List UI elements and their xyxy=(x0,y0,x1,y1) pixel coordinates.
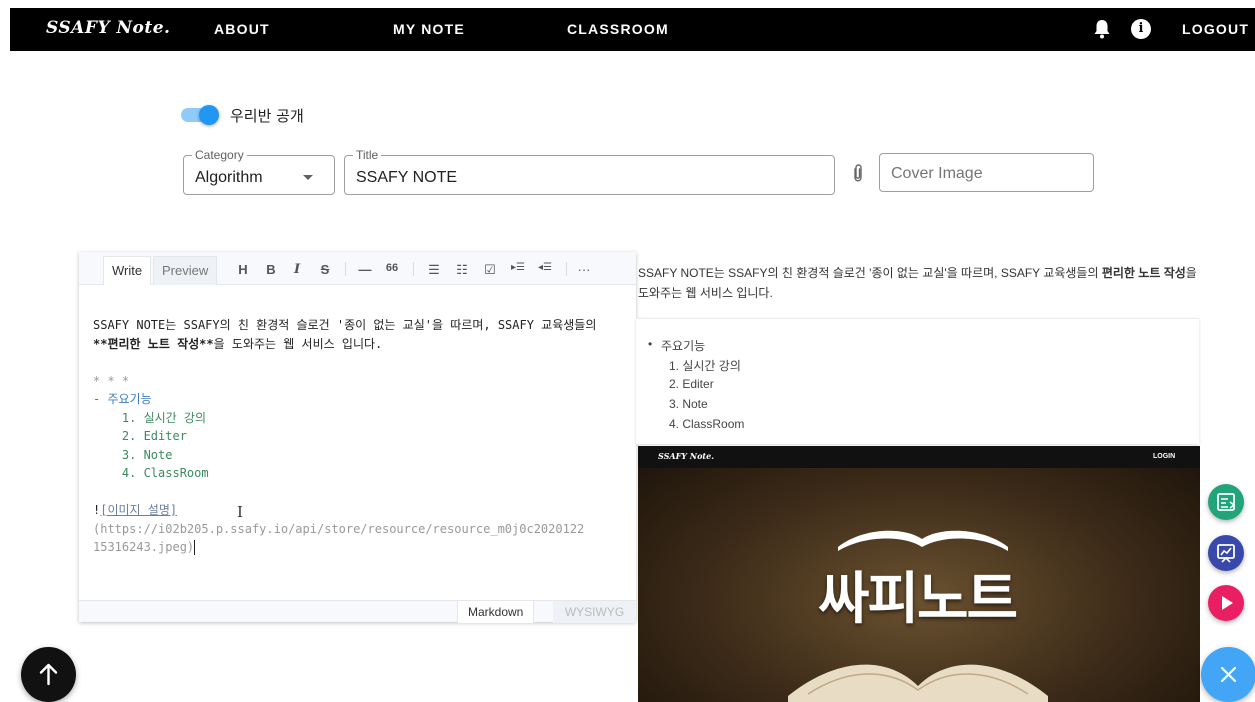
toolbar-divider xyxy=(566,262,567,276)
book-pages-icon xyxy=(788,664,1048,702)
title-legend: Title xyxy=(353,148,382,162)
play-button[interactable] xyxy=(1208,585,1244,621)
md-list-item: 2. Editer xyxy=(93,429,187,443)
scroll-top-button[interactable] xyxy=(21,647,76,702)
close-icon xyxy=(1220,666,1237,683)
wysiwyg-mode-button[interactable]: WYSIWYG xyxy=(553,601,636,623)
app-bar: SSAFY Note. ABOUT MY NOTE CLASSROOM i LO… xyxy=(10,8,1255,51)
preview-bold: 편리한 노트 작성 xyxy=(1101,266,1186,280)
category-value: Algorithm xyxy=(195,169,263,186)
preview-feature-list: • 주요기능 1. 실시간 강의 2. Editer 3. Note 4. Cl… xyxy=(636,318,1199,444)
title-value: SSAFY NOTE xyxy=(356,169,458,186)
toolbar-divider xyxy=(345,262,346,276)
md-bold: **편리한 노트 작성** xyxy=(93,336,214,351)
cover-title: 싸피노트 xyxy=(818,567,1018,632)
bell-icon[interactable] xyxy=(1093,19,1111,39)
indent-button[interactable]: ▸☰ xyxy=(508,262,528,273)
bullet-icon: • xyxy=(648,337,653,351)
presentation-icon xyxy=(1217,544,1235,563)
cover-login: LOGIN xyxy=(1153,453,1176,460)
md-hr: * * * xyxy=(93,373,130,388)
more-button[interactable]: ··· xyxy=(576,262,592,277)
nav-classroom[interactable]: CLASSROOM xyxy=(567,21,669,37)
md-line: 을 도와주는 웹 서비스 입니다. xyxy=(213,336,383,351)
info-icon[interactable]: i xyxy=(1131,19,1151,39)
arrow-up-icon xyxy=(39,663,58,686)
text-cursor xyxy=(194,540,196,555)
italic-button[interactable]: I xyxy=(289,262,305,277)
markdown-mode-button[interactable]: Markdown xyxy=(457,601,535,623)
cover-image-preview: SSAFY Note. LOGIN 싸피노트 xyxy=(638,446,1200,702)
toolbar-divider xyxy=(413,262,414,276)
cover-image-input[interactable]: Cover Image xyxy=(879,153,1094,192)
ibeam-cursor-icon: I xyxy=(237,503,243,521)
cover-header: SSAFY Note. LOGIN xyxy=(638,446,1200,468)
md-list-item: 1. 실시간 강의 xyxy=(93,410,206,425)
open-book-icon xyxy=(838,530,1008,551)
paperclip-icon[interactable] xyxy=(851,163,865,183)
editor-toolbar: Write Preview H B I S — 66 ☰ ☷ ☑ ▸☰ ◂☰ ·… xyxy=(79,252,636,285)
category-select[interactable]: Category Algorithm xyxy=(183,148,335,195)
preview-list-item: 1. 실시간 강의 xyxy=(669,359,741,373)
note-list-button[interactable] xyxy=(1208,484,1244,520)
md-list-item: 4. ClassRoom xyxy=(93,466,209,480)
preview-list-head: 주요기능 xyxy=(661,339,706,353)
chevron-down-icon xyxy=(303,175,313,180)
strikethrough-button[interactable]: S xyxy=(317,262,333,277)
preview-text: SSAFY NOTE는 SSAFY의 친 환경적 슬로건 '종이 없는 교실'을… xyxy=(638,266,1102,280)
category-legend: Category xyxy=(192,148,247,162)
quote-button[interactable]: 66 xyxy=(384,262,400,274)
markdown-editor: Write Preview H B I S — 66 ☰ ☷ ☑ ▸☰ ◂☰ ·… xyxy=(79,252,636,623)
logout-button[interactable]: LOGOUT xyxy=(1182,21,1249,37)
md-image-alt: [이미지 설명] xyxy=(100,503,178,517)
heading-button[interactable]: H xyxy=(235,262,251,277)
bullet-list-button[interactable]: ☰ xyxy=(426,262,442,278)
preview-text: 을 xyxy=(1185,266,1197,280)
toggle-thumb xyxy=(199,105,219,125)
numbered-list-button[interactable]: ☷ xyxy=(454,262,470,278)
outdent-button[interactable]: ◂☰ xyxy=(535,262,555,273)
brand-logo[interactable]: SSAFY Note. xyxy=(46,18,170,38)
tab-write[interactable]: Write xyxy=(103,256,152,285)
close-fab-button[interactable] xyxy=(1201,647,1255,702)
note-list-icon xyxy=(1217,493,1236,511)
bold-button[interactable]: B xyxy=(263,262,279,277)
md-list-item: 3. Note xyxy=(93,447,173,462)
preview-list-item: 3. Note xyxy=(669,397,708,411)
task-list-button[interactable]: ☑ xyxy=(482,262,498,278)
preview-intro: SSAFY NOTE는 SSAFY의 친 환경적 슬로건 '종이 없는 교실'을… xyxy=(638,263,1198,303)
play-icon xyxy=(1222,596,1233,610)
markdown-text-area[interactable]: SSAFY NOTE는 SSAFY의 친 환경적 슬로건 '종이 없는 교실'을… xyxy=(93,316,623,557)
title-input[interactable]: Title SSAFY NOTE xyxy=(344,148,835,195)
cover-image-placeholder: Cover Image xyxy=(891,165,983,182)
md-list-head: - 주요기능 xyxy=(93,392,152,406)
lecture-button[interactable] xyxy=(1208,535,1244,571)
cover-brand: SSAFY Note. xyxy=(658,451,714,461)
tab-preview[interactable]: Preview xyxy=(153,256,218,285)
nav-my-note[interactable]: MY NOTE xyxy=(393,21,465,37)
md-image-url: 15316243.jpeg) xyxy=(93,540,195,554)
editor-mode-bar: Markdown WYSIWYG xyxy=(79,600,636,623)
md-image-url: (https://i02b205.p.ssafy.io/api/store/re… xyxy=(93,521,585,536)
nav-about[interactable]: ABOUT xyxy=(214,21,270,37)
md-line: SSAFY NOTE는 SSAFY의 친 환경적 슬로건 '종이 없는 교실'을… xyxy=(93,318,597,332)
public-toggle[interactable] xyxy=(181,105,219,125)
horizontal-rule-button[interactable]: — xyxy=(357,262,373,277)
preview-text: 도와주는 웹 서비스 입니다. xyxy=(638,286,773,300)
public-toggle-label: 우리반 공개 xyxy=(230,107,304,125)
preview-list-item: 2. Editer xyxy=(669,377,714,391)
preview-list-item: 4. ClassRoom xyxy=(669,417,745,431)
